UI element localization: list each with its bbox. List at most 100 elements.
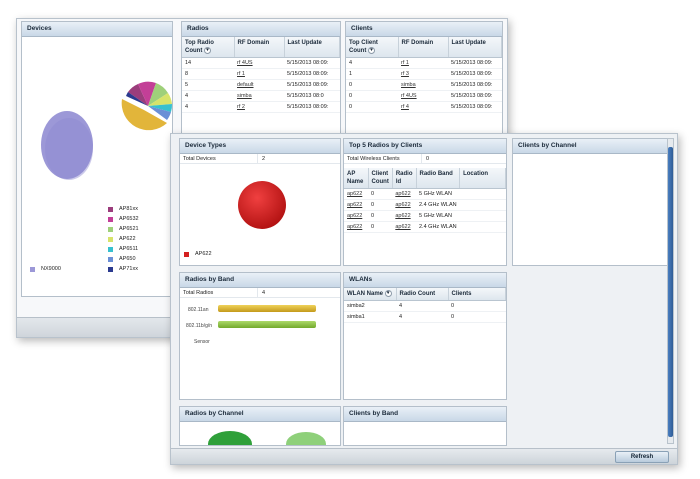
foreground-dashboard-window: Device Types Total Devices 2 AP622 Top 5 …: [170, 133, 678, 465]
legend-item: AP650: [108, 254, 139, 264]
device-types-panel: Device Types Total Devices 2 AP622: [179, 138, 341, 266]
table-row[interactable]: ap622 0 ap622 2.4 GHz WLAN: [344, 199, 506, 211]
refresh-button[interactable]: Refresh: [615, 451, 669, 463]
column-header-location[interactable]: Location: [459, 168, 506, 189]
legend-item: AP622: [108, 234, 139, 244]
column-header-clients[interactable]: Clients: [448, 288, 506, 302]
clients-table: Top Client Count ▾ RF Domain Last Update…: [346, 37, 502, 114]
sort-icon[interactable]: ▾: [384, 290, 392, 297]
table-row[interactable]: 0 rf 4US 5/15/2013 08:09:: [346, 90, 502, 103]
legend-label: AP622: [119, 236, 136, 242]
legend-item: AP81xx: [108, 204, 139, 214]
column-header-radio-count[interactable]: Radio Count: [396, 288, 449, 302]
channel-pie-right: [286, 432, 326, 445]
clients-by-band-panel: Clients by Band: [343, 406, 507, 446]
clients-by-channel-panel: Clients by Channel: [512, 138, 668, 266]
column-header-radio-id[interactable]: Radio Id: [392, 168, 417, 189]
footer-bar: Refresh: [171, 448, 677, 464]
devices-panel: Devices AP81xx AP6532 AP6521 AP622 AP651…: [21, 21, 173, 297]
table-row[interactable]: 0 simba 5/15/2013 08:09:: [346, 79, 502, 92]
legend-swatch: [108, 206, 113, 212]
legend-label: AP6521: [119, 226, 139, 232]
nx9000-pie-ellipse-shade: [45, 118, 93, 180]
radios-panel-title: Radios: [182, 22, 340, 37]
table-row[interactable]: 14 rf 4US 5/15/2013 08:09:: [182, 57, 340, 70]
table-row[interactable]: 4 simba 5/15/2013 08:0: [182, 90, 340, 103]
table-row[interactable]: 5 default 5/15/2013 08:09:: [182, 79, 340, 92]
devices-panel-title: Devices: [22, 22, 172, 37]
bar-label: 802.11an: [188, 307, 209, 313]
table-row[interactable]: simba1 4 0: [344, 311, 506, 324]
table-row[interactable]: 4 rf 1 5/15/2013 08:09:: [346, 57, 502, 70]
table-row[interactable]: ap622 0 ap622 5 GHz WLAN: [344, 188, 506, 200]
table-row[interactable]: 1 rf 3 5/15/2013 08:09:: [346, 68, 502, 81]
legend-swatch: [108, 266, 113, 272]
clients-by-band-panel-title: Clients by Band: [344, 407, 506, 422]
table-row[interactable]: ap622 0 ap622 5 GHz WLAN: [344, 210, 506, 222]
legend-swatch: [108, 226, 113, 232]
column-header-last-update[interactable]: Last Update: [284, 37, 340, 59]
top5-radios-table: AP Name Client Count Radio Id Radio Band…: [344, 168, 506, 233]
legend-label: AP81xx: [119, 206, 138, 212]
total-radios-row: Total Radios 4: [180, 288, 340, 298]
total-wireless-clients-row: Total Wireless Clients 0: [344, 154, 506, 164]
bar-label: 802.11b/g/n: [186, 323, 213, 329]
legend-item: AP622: [184, 249, 212, 259]
legend-item: AP6521: [108, 224, 139, 234]
legend-swatch: [108, 216, 113, 222]
legend-item: NX9000: [30, 264, 61, 274]
legend-label: AP6532: [119, 216, 139, 222]
ap-pie-chart: [121, 81, 173, 131]
column-header-ap-name[interactable]: AP Name: [344, 168, 369, 189]
bar-802-11bgn: [218, 321, 316, 328]
column-header-last-update[interactable]: Last Update: [448, 37, 502, 59]
column-header-client-count[interactable]: Client Count: [368, 168, 393, 189]
radios-by-channel-panel: Radios by Channel: [179, 406, 341, 446]
legend-swatch: [108, 256, 113, 262]
wlans-table: WLAN Name ▾ Radio Count Clients simba2 4 0…: [344, 288, 506, 324]
bar-802-11an: [218, 305, 316, 312]
clients-panel: Clients Top Client Count ▾ RF Domain Las…: [345, 21, 503, 137]
legend-label: AP622: [195, 251, 212, 257]
column-header-rf-domain[interactable]: RF Domain: [398, 37, 449, 59]
column-header-wlan-name[interactable]: WLAN Name ▾: [344, 288, 397, 302]
legend-label: AP650: [119, 256, 136, 262]
device-types-panel-title: Device Types: [180, 139, 340, 154]
clients-panel-title: Clients: [346, 22, 502, 37]
radios-table: Top Radio Count ▾ RF Domain Last Update …: [182, 37, 340, 114]
total-devices-row: Total Devices 2: [180, 154, 340, 164]
bar-label: Sensor: [194, 339, 210, 345]
table-row[interactable]: 0 rf 4 5/15/2013 08:09:: [346, 101, 502, 114]
radios-by-band-panel-title: Radios by Band: [180, 273, 340, 288]
wlans-panel-title: WLANs: [344, 273, 506, 288]
table-row[interactable]: 4 rf 2 5/15/2013 08:09:: [182, 101, 340, 114]
legend-item: AP71xx: [108, 264, 139, 274]
pie-slice-ap622: [238, 181, 286, 229]
sort-icon[interactable]: ▾: [368, 47, 375, 54]
clients-by-channel-panel-title: Clients by Channel: [513, 139, 667, 154]
radios-by-channel-pie-chart: [208, 431, 326, 445]
legend-label: NX9000: [41, 266, 61, 272]
table-row[interactable]: simba2 4 0: [344, 300, 506, 313]
legend-swatch: [108, 236, 113, 242]
sort-icon[interactable]: ▾: [204, 47, 211, 54]
scrollbar-thumb[interactable]: [668, 147, 673, 437]
devices-legend: AP81xx AP6532 AP6521 AP622 AP6511 AP650 …: [108, 204, 139, 274]
column-header-rf-domain[interactable]: RF Domain: [234, 37, 285, 59]
table-row[interactable]: 8 rf 1 5/15/2013 08:09:: [182, 68, 340, 81]
radios-by-band-panel: Radios by Band Total Radios 4 802.11an 80…: [179, 272, 341, 400]
legend-swatch: [30, 266, 35, 272]
column-header-top-client-count[interactable]: Top Client Count ▾: [346, 37, 399, 59]
devices-pie-chart: [41, 81, 173, 180]
vertical-scrollbar[interactable]: [667, 138, 674, 444]
column-header-radio-band[interactable]: Radio Band: [416, 168, 461, 189]
radios-by-channel-panel-title: Radios by Channel: [180, 407, 340, 422]
column-header-top-radio-count[interactable]: Top Radio Count ▾: [182, 37, 235, 59]
top5-radios-panel-title: Top 5 Radios by Clients: [344, 139, 506, 154]
devices-legend-left: NX9000: [30, 264, 61, 274]
channel-pie-left: [208, 431, 252, 445]
legend-swatch: [108, 246, 113, 252]
table-row[interactable]: ap622 0 ap622 2.4 GHz WLAN: [344, 221, 506, 233]
top5-radios-panel: Top 5 Radios by Clients Total Wireless C…: [343, 138, 507, 266]
legend-item: AP6511: [108, 244, 139, 254]
